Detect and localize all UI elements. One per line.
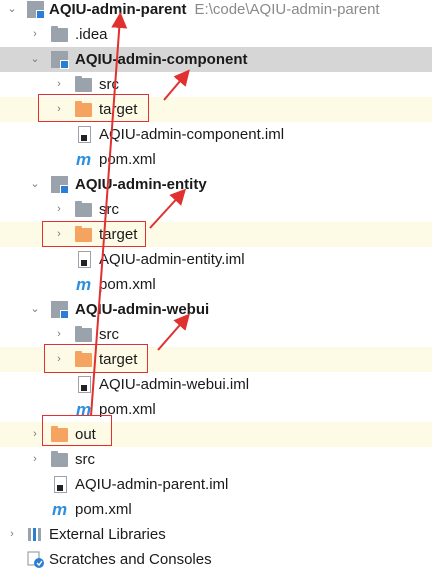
- tree-row-root[interactable]: ⌄ AQIU-admin-parent E:\code\AQIU-admin-pa…: [0, 0, 432, 22]
- maven-icon: m: [75, 150, 92, 169]
- folder-icon: [51, 26, 68, 42]
- tree-row-webui[interactable]: ⌄ AQIU-admin-webui: [0, 297, 432, 322]
- tree-row-webui-iml[interactable]: AQIU-admin-webui.iml: [0, 372, 432, 397]
- external-libraries-label: External Libraries: [49, 526, 166, 543]
- chevron-right-icon[interactable]: ›: [6, 528, 18, 540]
- chevron-right-icon[interactable]: ›: [53, 78, 65, 90]
- libraries-icon: [27, 527, 43, 542]
- entity-src-label: src: [99, 201, 119, 218]
- component-iml-label: AQIU-admin-component.iml: [99, 126, 285, 143]
- annotation-box-component-target: [38, 94, 149, 122]
- webui-iml-label: AQIU-admin-webui.iml: [99, 376, 250, 393]
- annotation-box-entity-target: [42, 221, 146, 247]
- root-module-path: E:\code\AQIU-admin-parent: [194, 1, 380, 18]
- module-folder-icon: [27, 1, 45, 19]
- scratches-icon: [27, 551, 45, 569]
- component-pom-label: pom.xml: [99, 151, 156, 168]
- tree-row-src[interactable]: › src: [0, 447, 432, 472]
- tree-row-scratches[interactable]: Scratches and Consoles: [0, 547, 432, 572]
- chevron-down-icon[interactable]: ⌄: [29, 53, 41, 65]
- entity-iml-label: AQIU-admin-entity.iml: [99, 251, 245, 268]
- chevron-down-icon[interactable]: ⌄: [6, 3, 18, 15]
- webui-module-name: AQIU-admin-webui: [75, 301, 210, 318]
- chevron-right-icon[interactable]: ›: [53, 328, 65, 340]
- tree-row-entity-pom[interactable]: m pom.xml: [0, 272, 432, 297]
- chevron-right-icon[interactable]: ›: [53, 203, 65, 215]
- tree-row-entity[interactable]: ⌄ AQIU-admin-entity: [0, 172, 432, 197]
- chevron-down-icon[interactable]: ⌄: [29, 178, 41, 190]
- iml-file-icon: [54, 476, 67, 493]
- tree-row-root-iml[interactable]: AQIU-admin-parent.iml: [0, 472, 432, 497]
- entity-module-name: AQIU-admin-entity: [75, 176, 207, 193]
- folder-icon: [75, 201, 92, 217]
- annotation-box-webui-target: [44, 344, 148, 373]
- component-src-label: src: [99, 76, 119, 93]
- iml-file-icon: [78, 376, 91, 393]
- tree-row-external-libraries[interactable]: › External Libraries: [0, 522, 432, 547]
- chevron-down-icon[interactable]: ⌄: [29, 303, 41, 315]
- maven-icon: m: [51, 500, 68, 519]
- chevron-right-icon[interactable]: ›: [29, 28, 41, 40]
- folder-icon: [75, 326, 92, 342]
- iml-file-icon: [78, 251, 91, 268]
- tree-row-idea[interactable]: › .idea: [0, 22, 432, 47]
- chevron-right-icon[interactable]: ›: [29, 453, 41, 465]
- module-folder-icon: [51, 301, 69, 319]
- root-module-name: AQIU-admin-parent: [49, 1, 187, 18]
- tree-row-entity-iml[interactable]: AQIU-admin-entity.iml: [0, 247, 432, 272]
- tree-row-component[interactable]: ⌄ AQIU-admin-component: [0, 47, 432, 72]
- idea-folder-label: .idea: [75, 26, 108, 43]
- scratches-label: Scratches and Consoles: [49, 551, 212, 568]
- chevron-right-icon[interactable]: ›: [29, 428, 41, 440]
- maven-icon: m: [75, 275, 92, 294]
- folder-icon: [75, 76, 92, 92]
- annotation-box-out: [42, 415, 112, 446]
- src-folder-label: src: [75, 451, 95, 468]
- tree-row-component-pom[interactable]: m pom.xml: [0, 147, 432, 172]
- component-module-name: AQIU-admin-component: [75, 51, 248, 68]
- root-pom-label: pom.xml: [75, 501, 132, 518]
- tree-row-entity-src[interactable]: › src: [0, 197, 432, 222]
- tree-row-root-pom[interactable]: m pom.xml: [0, 497, 432, 522]
- iml-file-icon: [78, 126, 91, 143]
- root-iml-label: AQIU-admin-parent.iml: [75, 476, 229, 493]
- module-folder-icon: [51, 51, 69, 69]
- folder-icon: [51, 451, 68, 467]
- webui-src-label: src: [99, 326, 119, 343]
- tree-row-component-iml[interactable]: AQIU-admin-component.iml: [0, 122, 432, 147]
- module-folder-icon: [51, 176, 69, 194]
- entity-pom-label: pom.xml: [99, 276, 156, 293]
